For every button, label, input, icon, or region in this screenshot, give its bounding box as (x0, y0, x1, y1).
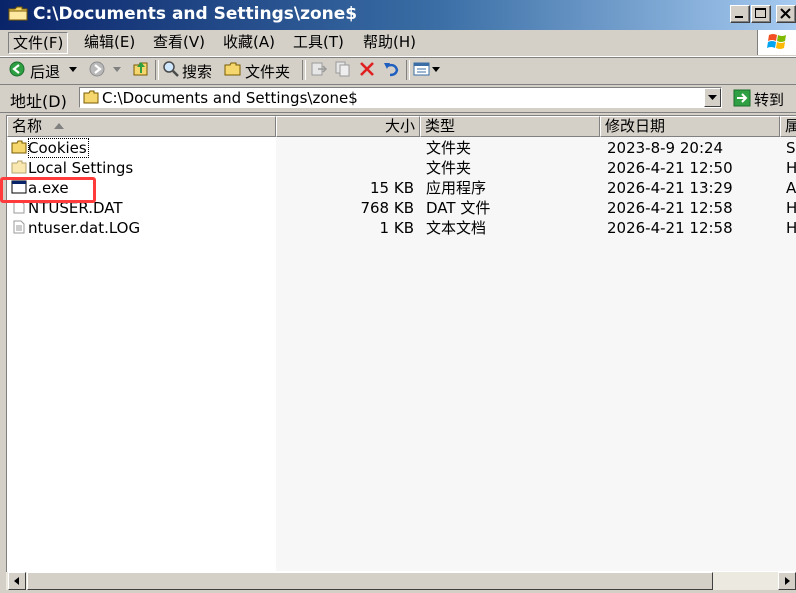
column-header-modified[interactable]: 修改日期 (600, 116, 780, 137)
file-modified: 2026-4-21 12:50 (607, 158, 733, 178)
address-folder-icon (83, 90, 99, 104)
column-header-attributes[interactable]: 属 (780, 116, 796, 137)
back-button[interactable]: 后退 (30, 61, 60, 82)
menu-favorites[interactable]: 收藏(A) (219, 32, 279, 52)
file-attributes: S (786, 138, 796, 158)
forward-arrow-icon[interactable] (89, 61, 105, 77)
search-button[interactable]: 搜索 (182, 61, 212, 82)
toolbar-separator (302, 60, 306, 80)
file-type: 应用程序 (426, 178, 486, 198)
file-attributes: H (786, 198, 796, 218)
views-dropdown-icon[interactable] (431, 65, 441, 73)
folders-icon[interactable] (224, 61, 242, 77)
menu-help[interactable]: 帮助(H) (359, 32, 420, 52)
toolbar-separator (406, 60, 410, 80)
views-icon[interactable] (413, 61, 431, 77)
scroll-right-button[interactable] (778, 572, 796, 590)
forward-dropdown-icon[interactable] (111, 65, 123, 73)
highlight-annotation (0, 177, 96, 203)
go-button[interactable]: 转到 (754, 89, 784, 110)
sort-ascending-icon (54, 123, 64, 129)
close-button[interactable] (776, 5, 796, 23)
chevron-down-icon (705, 89, 720, 106)
delete-icon[interactable] (358, 60, 376, 78)
minimize-button[interactable] (730, 5, 750, 23)
menu-tools[interactable]: 工具(T) (289, 32, 348, 52)
scroll-left-button[interactable] (8, 572, 26, 590)
file-type: DAT 文件 (426, 198, 490, 218)
windows-flag-icon (758, 30, 796, 55)
close-icon (777, 6, 795, 22)
file-modified: 2026-4-21 12:58 (607, 198, 733, 218)
file-size: 768 KB (276, 198, 414, 218)
maximize-icon (752, 6, 770, 22)
folder-icon (11, 140, 27, 154)
file-size (276, 158, 414, 178)
file-size: 1 KB (276, 218, 414, 238)
chevron-right-icon (779, 573, 795, 589)
toolbar-separator (155, 60, 159, 80)
file-size: 15 KB (276, 178, 414, 198)
menu-edit[interactable]: 编辑(E) (80, 32, 139, 52)
back-dropdown-icon[interactable] (67, 65, 79, 73)
file-name[interactable]: Local Settings (28, 158, 133, 178)
back-arrow-icon[interactable] (9, 61, 25, 77)
search-icon[interactable] (162, 60, 180, 78)
window-title: C:\Documents and Settings\zone$ (33, 4, 357, 24)
file-modified: 2023-8-9 20:24 (607, 138, 723, 158)
address-dropdown-button[interactable] (704, 88, 721, 107)
address-label: 地址(D) (10, 88, 67, 112)
up-folder-icon[interactable] (132, 59, 150, 77)
file-modified: 2026-4-21 13:29 (607, 178, 733, 198)
file-attributes: A (786, 178, 796, 198)
chevron-left-icon (9, 573, 25, 589)
file-name[interactable]: Cookies (28, 138, 89, 158)
column-header-name[interactable]: 名称 (7, 116, 276, 137)
maximize-button[interactable] (751, 5, 771, 23)
file-modified: 2026-4-21 12:58 (607, 218, 733, 238)
folder-icon (8, 6, 28, 21)
minimize-icon (731, 6, 749, 22)
folder-icon (11, 160, 27, 174)
scroll-thumb[interactable] (27, 572, 713, 590)
file-size (276, 138, 414, 158)
column-header-size[interactable]: 大小 (276, 116, 420, 137)
file-type: 文件夹 (426, 138, 471, 158)
folders-button[interactable]: 文件夹 (245, 61, 290, 82)
go-arrow-icon[interactable] (733, 89, 751, 107)
menu-file[interactable]: 文件(F) (8, 32, 68, 54)
windows-logo (757, 30, 796, 55)
file-type: 文件夹 (426, 158, 471, 178)
file-name[interactable]: ntuser.dat.LOG (28, 218, 140, 238)
column-header-type[interactable]: 类型 (420, 116, 600, 137)
copy-to-icon[interactable] (334, 60, 352, 78)
move-to-icon[interactable] (310, 60, 328, 78)
file-attributes: H (786, 218, 796, 238)
text-file-icon (11, 220, 27, 234)
file-type: 文本文档 (426, 218, 486, 238)
address-value[interactable]: C:\Documents and Settings\zone$ (102, 89, 358, 107)
menu-view[interactable]: 查看(V) (149, 32, 209, 52)
undo-icon[interactable] (382, 60, 400, 78)
file-attributes: H (786, 158, 796, 178)
